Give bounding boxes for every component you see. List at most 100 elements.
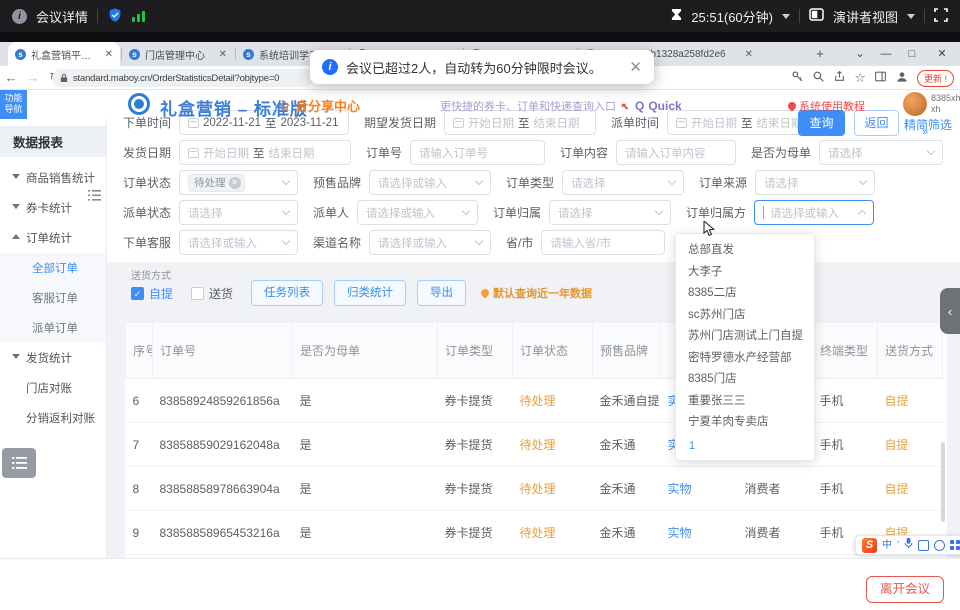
close-icon[interactable]: ✕ [629,58,642,76]
chevron-down-icon [282,237,290,245]
filter-select[interactable]: 请选择 [819,140,943,165]
chevron-down-icon[interactable] [782,14,790,19]
signal-icon[interactable] [132,10,145,22]
tab-close-icon[interactable]: ✕ [219,49,227,60]
back-icon[interactable]: ← [0,70,22,85]
shield-icon[interactable] [107,7,123,26]
dropdown-option[interactable]: 总部直发 [676,240,814,262]
checkbox-label[interactable]: 自提 [149,285,173,302]
filter-select[interactable]: 请选择或输入 [357,200,478,225]
new-tab-button[interactable]: + [812,46,828,62]
tab-close-icon[interactable]: ✕ [745,49,753,60]
sidebar-subitem[interactable]: 派单订单 [0,313,106,343]
filter-select[interactable]: 待处理✕ [179,170,298,195]
classify-stats-button[interactable]: 归类统计 [334,280,406,306]
ime-chinese-mode-icon[interactable]: 中 [882,538,892,553]
sidebar-subitem[interactable]: 客服订单 [0,283,106,313]
checkbox-checked[interactable]: ✓ [131,287,144,300]
table-scrollbar[interactable] [941,442,945,522]
export-button[interactable]: 导出 [417,280,466,306]
share-center-link[interactable]: 合分享中心 [278,96,360,115]
filter-field: 派单人请选择或输入 [313,200,478,225]
fullscreen-icon[interactable] [934,8,948,25]
filter-select[interactable]: 请选择 [549,200,671,225]
dropdown-option[interactable]: sc苏州门店 [676,305,814,327]
window-close-button[interactable]: ✕ [932,45,952,63]
tag-remove-icon[interactable]: ✕ [229,177,241,189]
filter-input[interactable]: 请输入订单内容 [616,140,736,165]
ime-logo-icon[interactable]: S [862,538,877,553]
table-cell[interactable]: 实物 [661,467,738,511]
window-maximize-button[interactable]: □ [902,45,922,63]
forward-icon[interactable]: → [22,70,44,85]
dropdown-option[interactable]: 8385二店 [676,283,814,305]
window-minimize-button[interactable]: — [876,45,896,63]
filter-input[interactable]: 请输入省/市 [541,230,665,255]
sidebar-item[interactable]: 订单统计 [0,223,106,253]
filter-select[interactable]: 请选择或输入 [369,230,491,255]
ime-punct-icon[interactable]: ’ [897,538,899,553]
quick-entry-tip[interactable]: 更快捷的券卡、订单和快递查询入口 Q Quick [440,98,682,114]
dropdown-option[interactable]: 重要张三三 [676,391,814,413]
table-row[interactable]: 883858858978663904a是券卡提货待处理金禾通实物消费者手机自提 [126,467,943,511]
expand-more-icon[interactable]: » [922,126,928,138]
leave-meeting-button[interactable]: 离开会议 [866,576,944,603]
dropdown-option[interactable]: 大李子 [676,262,814,284]
filter-select[interactable]: 请选择 [755,170,875,195]
filter-select[interactable]: 请选择 [562,170,684,195]
browser-tab[interactable]: s礼盒营销平台管理中心✕ [8,42,120,66]
dropdown-option[interactable]: 密特罗德水产经营部 [676,348,814,370]
meeting-timer[interactable]: 25:51(60分钟) [691,7,773,26]
filter-select[interactable]: 请选择 [179,200,298,225]
task-list-button[interactable]: 任务列表 [251,280,323,306]
bookmark-star-icon[interactable]: ☆ [854,70,866,86]
address-bar[interactable]: standard.maboy.cn/OrderStatisticsDetail?… [52,69,314,87]
ime-mic-icon[interactable] [904,536,913,554]
filter-row: 下单客服请选择或输入渠道名称请选择或输入省/市请输入省/市 [123,230,680,255]
tab-search-icon[interactable]: ⌄ [850,45,870,63]
tutorial-link[interactable]: 系统使用教程 [788,98,865,114]
dropdown-option[interactable]: 8385门店 [676,369,814,391]
filter-input[interactable]: 请输入订单号 [410,140,545,165]
share-icon[interactable] [833,70,846,86]
key-icon[interactable] [791,70,804,86]
filter-input[interactable]: 开始日期至结束日期 [179,140,351,165]
side-panel-icon[interactable] [874,70,887,86]
sidebar-item[interactable]: 分销返利对账 [0,403,106,433]
chevron-down-icon[interactable] [907,14,915,19]
browser-tab[interactable]: s门店管理中心✕ [122,42,234,66]
sidebar-collapse-icon[interactable] [88,188,101,206]
profile-icon[interactable] [895,70,909,87]
dropdown-option[interactable]: 苏州门店测试上门自提 [676,326,814,348]
user-avatar[interactable] [903,92,927,116]
meeting-details-button[interactable]: 会议详情 [36,7,88,26]
dropdown-option[interactable]: 宁夏羊肉专卖店 [676,412,814,434]
sidebar-subitem[interactable]: 全部订单 [0,253,106,283]
table-row[interactable]: 783858859029162048a是券卡提货待处理金禾通实物消费者手机自提 [126,423,943,467]
table-row[interactable]: 983858858965453216a是券卡提货待处理金禾通实物消费者手机自提 [126,511,943,555]
update-button[interactable]: 更新 ! [917,70,954,87]
table-row[interactable]: 683858924859261856a是券卡提货待处理金禾通自提实物消费者手机自… [126,379,943,423]
ime-toolbar[interactable]: S 中 ’ [855,535,960,555]
feature-nav-button[interactable]: 功能导航 [0,90,27,119]
tab-close-icon[interactable]: ✕ [105,49,113,60]
ime-skin-icon[interactable] [918,540,929,551]
checkbox-label[interactable]: 送货 [209,285,233,302]
tag-label: 待处理 [194,175,226,190]
filter-row: 派单状态请选择派单人请选择或输入订单归属请选择订单归属方请选择或输入 [123,200,889,225]
ime-grid-icon[interactable] [950,540,960,550]
view-mode-button[interactable]: 演讲者视图 [833,7,898,26]
sidebar-item[interactable]: 发货统计 [0,343,106,373]
checkbox-unchecked[interactable] [191,287,204,300]
filter-select[interactable]: 请选择或输入 [179,230,298,255]
video-panel-expand-button[interactable]: ‹ [940,288,960,334]
table-cell[interactable]: 实物 [661,511,738,555]
ime-emoji-icon[interactable] [934,540,945,551]
dropdown-pagination[interactable]: 1 [676,434,814,452]
sidebar-item[interactable]: 门店对账 [0,373,106,403]
table-header-cell: 订单状态 [513,323,593,379]
floating-list-button[interactable] [2,448,36,478]
filter-select[interactable]: 请选择或输入 [369,170,491,195]
zoom-icon[interactable] [812,70,825,86]
filter-select[interactable]: 请选择或输入 [754,200,874,225]
